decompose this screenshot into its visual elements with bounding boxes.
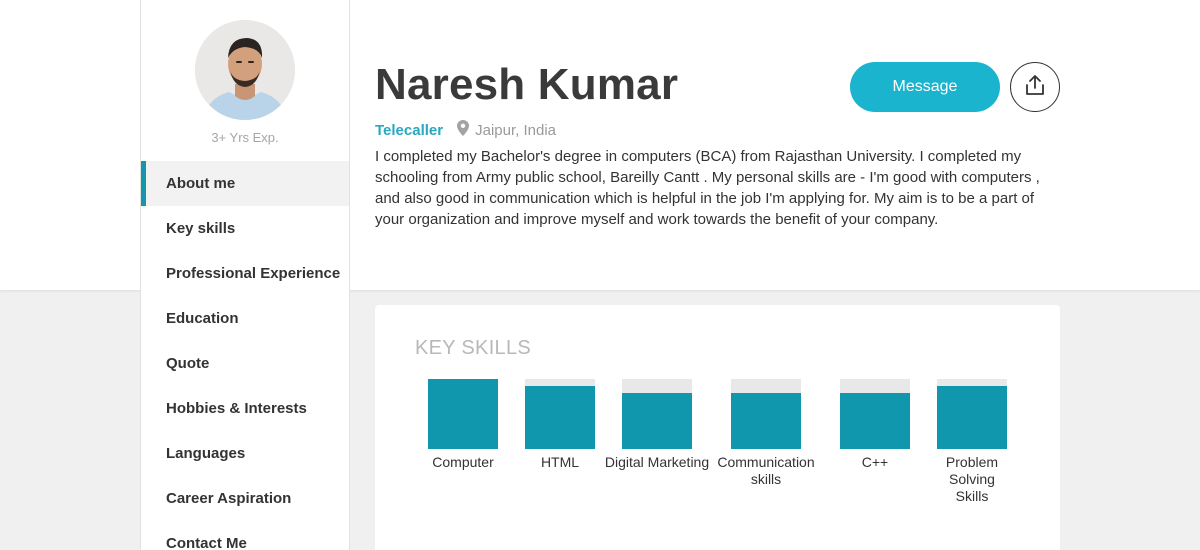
- map-pin-icon: [457, 120, 470, 140]
- sidebar: 3+ Yrs Exp. About me Key skills Professi…: [140, 0, 350, 550]
- skill-item-problem-solving: Problem Solving Skills: [917, 379, 1027, 505]
- skill-label: Problem Solving Skills: [945, 454, 999, 504]
- skill-track: [937, 379, 1007, 449]
- profile-name: Naresh Kumar: [375, 60, 679, 109]
- avatar: [195, 20, 295, 120]
- profile-meta: Telecaller Jaipur, India: [375, 120, 556, 140]
- share-button[interactable]: [1010, 62, 1060, 112]
- skill-item-computer: Computer: [408, 379, 518, 471]
- skill-item-cpp: C++: [820, 379, 930, 471]
- skill-track: [428, 379, 498, 449]
- sidebar-item-contact-me[interactable]: Contact Me: [141, 521, 349, 550]
- skill-track: [840, 379, 910, 449]
- share-upload-icon: [1025, 74, 1045, 101]
- sidebar-item-hobbies-interests[interactable]: Hobbies & Interests: [141, 386, 349, 431]
- skill-label: Digital Marketing: [604, 454, 710, 470]
- skill-track: [622, 379, 692, 449]
- profile-role: Telecaller: [375, 121, 444, 139]
- skill-fill: [428, 379, 498, 449]
- skill-item-html: HTML: [505, 379, 615, 471]
- skill-item-digital-marketing: Digital Marketing: [602, 379, 712, 471]
- skill-fill: [840, 393, 910, 449]
- sidebar-item-career-aspiration[interactable]: Career Aspiration: [141, 476, 349, 521]
- key-skills-card: KEY SKILLS Computer HTML Digital Marketi…: [375, 305, 1060, 550]
- sidebar-nav: About me Key skills Professional Experie…: [141, 161, 349, 550]
- sidebar-item-about-me[interactable]: About me: [141, 161, 349, 206]
- sidebar-item-quote[interactable]: Quote: [141, 341, 349, 386]
- key-skills-title: KEY SKILLS: [415, 337, 532, 359]
- skill-track: [525, 379, 595, 449]
- skill-label: C++: [861, 454, 889, 470]
- skill-fill: [731, 393, 801, 449]
- skill-label: Computer: [432, 454, 494, 470]
- skill-fill: [937, 386, 1007, 449]
- skill-item-communication-skills: Communication skills: [711, 379, 821, 488]
- sidebar-item-key-skills[interactable]: Key skills: [141, 206, 349, 251]
- sidebar-item-professional-experience[interactable]: Professional Experience: [141, 251, 349, 296]
- skill-track: [731, 379, 801, 449]
- skill-label: HTML: [540, 454, 580, 470]
- sidebar-item-education[interactable]: Education: [141, 296, 349, 341]
- experience-label: 3+ Yrs Exp.: [211, 130, 279, 145]
- profile-location: Jaipur, India: [475, 121, 556, 139]
- sidebar-item-languages[interactable]: Languages: [141, 431, 349, 476]
- message-button[interactable]: Message: [850, 62, 1000, 112]
- skill-fill: [525, 386, 595, 449]
- skill-label: Communication skills: [717, 454, 815, 487]
- about-text: I completed my Bachelor's degree in comp…: [375, 148, 1040, 228]
- skill-fill: [622, 393, 692, 449]
